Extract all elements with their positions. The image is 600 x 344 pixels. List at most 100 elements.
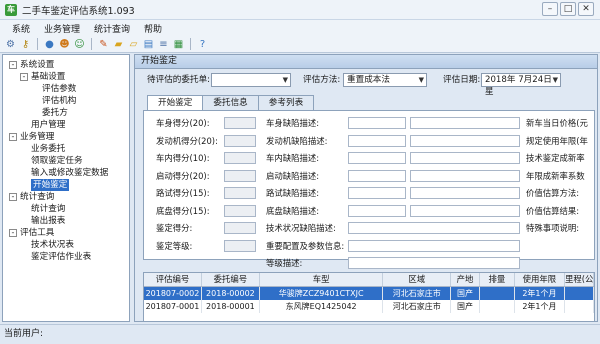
collapse-icon[interactable]: - [9,133,17,141]
tab-reference-list[interactable]: 参考列表 [257,95,315,110]
minimize-button[interactable]: – [542,2,558,16]
defect-input[interactable] [348,134,406,147]
tree-item[interactable]: 领取鉴定任务 [3,155,129,167]
table-row[interactable]: 201807-0001 2018-00001 东风牌EQ1425042 河北石家庄市国… [144,300,594,313]
tab-start-appraisal[interactable]: 开始鉴定 [147,95,204,111]
table-cell: 华骏牌ZCZ9401CTXJC [260,287,384,300]
tree-item[interactable]: - 系统设置 [3,59,129,71]
tab-entrust-info[interactable]: 委托信息 [202,95,259,110]
status-bar: 当前用户: [0,324,600,344]
order-select[interactable]: ▼ [211,73,291,87]
menu-system[interactable]: 系统 [12,22,30,35]
tree-item[interactable]: 鉴定评估作业表 [3,251,129,263]
defect-detail-input[interactable] [410,169,520,182]
table-cell: 2018-00002 [202,287,260,300]
score-input[interactable] [224,169,256,182]
window-title: 二手车鉴定评估系统1.093 [22,5,135,17]
defect-input[interactable] [348,187,406,199]
score-input[interactable] [224,222,256,234]
collapse-icon[interactable]: - [20,73,28,81]
collapse-icon[interactable]: - [9,61,17,69]
defect-input[interactable] [348,117,406,129]
tree-item-label: 输出报表 [31,216,66,226]
tree-item[interactable]: 评估机构 [3,95,129,107]
users-icon[interactable]: ☻ [58,38,71,51]
tree-item-label: 用户管理 [31,120,66,130]
database-icon[interactable]: ≡ [157,38,170,51]
collapse-icon[interactable]: - [9,229,17,237]
score-label: 车身得分(20): [156,118,210,128]
menu-help[interactable]: 帮助 [144,22,162,35]
column-header[interactable]: 区域 [383,273,452,286]
date-picker[interactable]: 2018年 7月24日 星 ▼ [481,73,561,97]
close-button[interactable]: ✕ [578,2,594,16]
tree-item[interactable]: 输入或修改鉴定数据 [3,167,129,179]
tree-item-label: 技术状况表 [31,240,74,250]
defect-detail-input[interactable] [410,134,520,147]
column-header[interactable]: 评估编号 [144,273,202,286]
tree-item[interactable]: 委托方 [3,107,129,119]
tree-item[interactable]: - 评估工具 [3,227,129,239]
tree-item[interactable]: - 统计查询 [3,191,129,203]
defect-detail-input[interactable] [410,152,520,164]
tree-item[interactable]: - 业务管理 [3,131,129,143]
score-input[interactable] [224,117,256,129]
defect-label: 重要配置及参数信息: [266,240,345,251]
column-header[interactable]: 车型 [260,273,384,286]
score-input[interactable] [224,204,256,217]
column-header[interactable]: 排量 [480,273,515,286]
valuation-label: 规定使用年限(年 [526,135,588,146]
score-input[interactable] [224,134,256,147]
tree-item[interactable]: 输出报表 [3,215,129,227]
score-input[interactable] [224,187,256,199]
tree-item[interactable]: 业务委托 [3,143,129,155]
valuation-label: 价值估算方法: [526,188,580,198]
folder-icon[interactable]: ▰ [112,38,125,51]
tree-item[interactable]: - 基础设置 [3,71,129,83]
key-icon[interactable]: ⚷ [19,38,32,51]
description-input[interactable] [348,222,520,234]
table-cell: 201807-0002 [144,287,202,300]
tree-item[interactable]: 评估参数 [3,83,129,95]
tab-strip: 开始鉴定 委托信息 参考列表 [147,95,315,111]
tree-item[interactable]: 统计查询 [3,203,129,215]
menu-business[interactable]: 业务管理 [44,22,80,35]
gear-icon[interactable]: ⚙ [4,38,17,51]
description-input[interactable] [348,257,520,269]
tree-item[interactable]: 用户管理 [3,119,129,131]
menu-statistics[interactable]: 统计查询 [94,22,130,35]
table-row[interactable]: 201807-0002 2018-00002 华骏牌ZCZ9401CTXJC 河北石家… [144,287,594,300]
defect-input[interactable] [348,204,406,217]
defect-detail-input[interactable] [410,204,520,217]
collapse-icon[interactable]: - [9,193,17,201]
tree-item-label: 系统设置 [20,60,55,70]
description-input[interactable] [348,239,520,252]
help-icon[interactable]: ? [196,38,209,51]
score-input[interactable] [224,239,256,252]
chevron-down-icon: ▼ [282,76,288,84]
tree-item[interactable]: 开始鉴定 [3,179,129,191]
tree-item-label: 领取鉴定任务 [31,156,83,166]
defect-detail-input[interactable] [410,187,520,199]
method-select[interactable]: 重置成本法 ▼ [343,73,427,87]
column-header[interactable]: 委托编号 [202,273,260,286]
table-icon[interactable]: ▦ [172,38,185,51]
user-edit-icon[interactable]: ☺ [73,38,86,51]
score-input[interactable] [224,152,256,164]
user-icon[interactable]: ● [43,38,56,51]
pencil-icon[interactable]: ✎ [97,38,110,51]
column-header[interactable]: 里程(公 [565,273,594,286]
chart-icon[interactable]: ▤ [142,38,155,51]
toolbar-separator [37,38,38,50]
tree-item[interactable]: 技术状况表 [3,239,129,251]
defect-label: 车身缺陷描述: [266,118,320,128]
defect-detail-input[interactable] [410,117,520,129]
column-header[interactable]: 产地 [451,273,481,286]
defect-input[interactable] [348,152,406,164]
window-controls: – □ ✕ [542,2,594,16]
defect-input[interactable] [348,169,406,182]
folder-open-icon[interactable]: ▱ [127,38,140,51]
column-header[interactable]: 使用年限 [515,273,566,286]
maximize-button[interactable]: □ [560,2,576,16]
table-cell: 201807-0001 [144,300,202,313]
